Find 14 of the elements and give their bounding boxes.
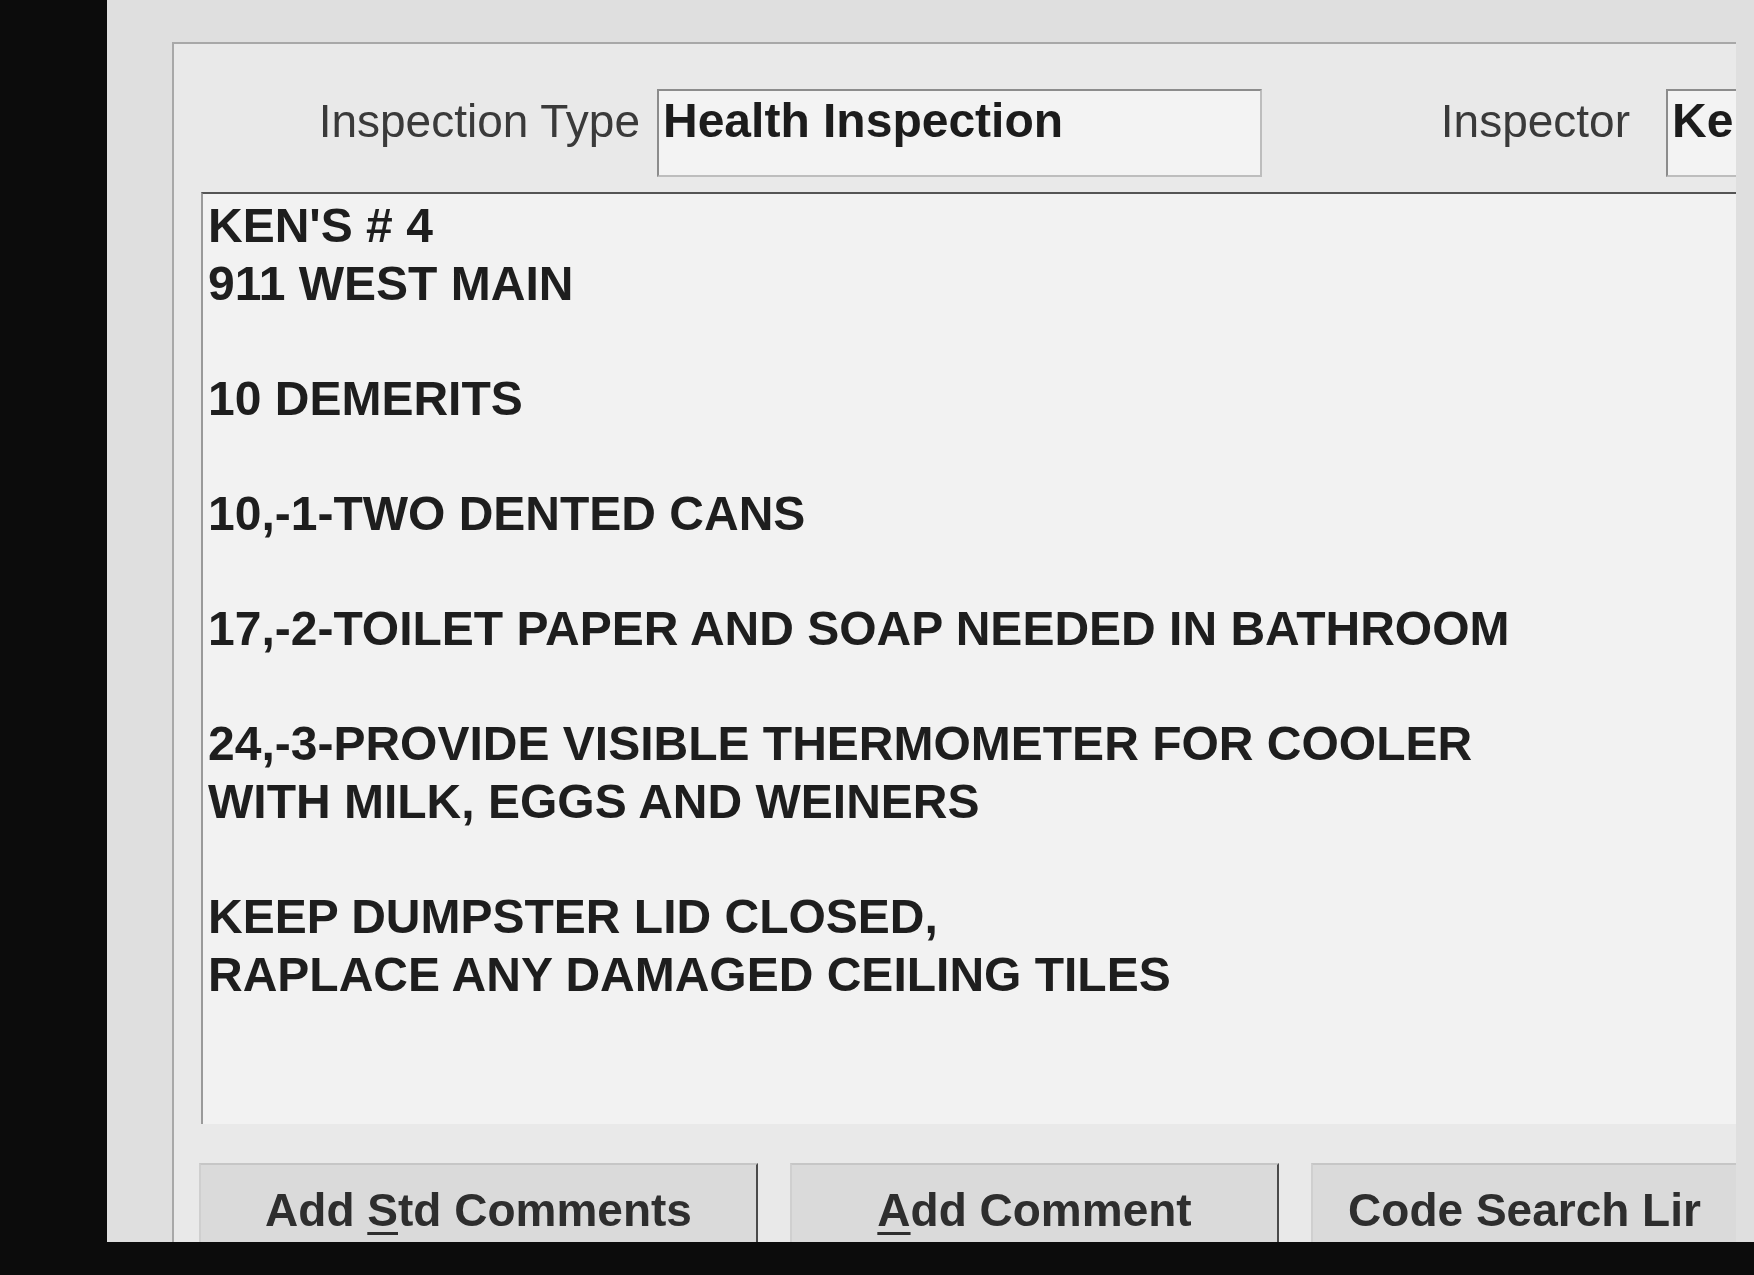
comment-text: 17,-2-TOILET PAPER AND SOAP NEEDED IN BATHROOM (208, 601, 1510, 658)
comment-text: 10 DEMERITS (208, 370, 523, 427)
comment-text: 24,-3-PROVIDE VISIBLE THERMOMETER FOR COOLER WITH MILK, EGGS AND WEINERS (208, 716, 1473, 830)
comment-text-area[interactable] (201, 192, 1736, 1124)
comment-text: 10,-1-TWO DENTED CANS (208, 485, 806, 542)
comment-text: KEEP DUMPSTER LID CLOSED, RAPLACE ANY DAMAGED CEILING TILES (208, 889, 1171, 1003)
action-button[interactable]: Add Std Comments (199, 1163, 758, 1242)
field-label: Inspector (1440, 97, 1630, 145)
action-button[interactable]: Add Comment (790, 1163, 1279, 1242)
field-label: Inspection Type (318, 97, 640, 145)
action-button[interactable]: Code Search Lir (1311, 1163, 1736, 1242)
text-field[interactable]: Ke (1666, 89, 1736, 177)
comment-text: KEN'S # 4 911 WEST MAIN (208, 198, 574, 312)
text-field[interactable]: Health Inspection (657, 89, 1262, 177)
